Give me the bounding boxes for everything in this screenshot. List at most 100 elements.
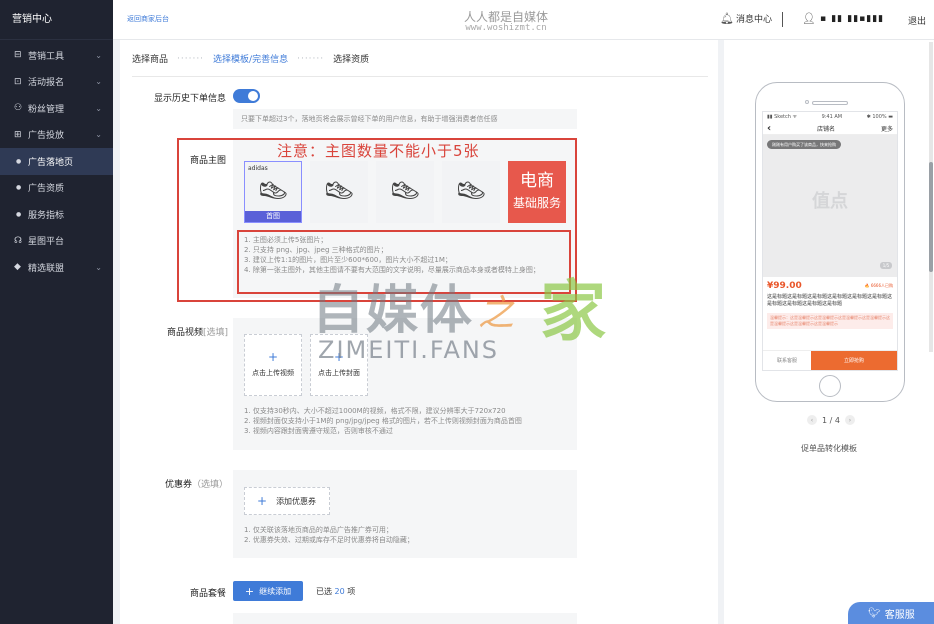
watermark-en-text: ZIMEITI.FANS xyxy=(318,336,500,364)
message-center-button[interactable]: 🔔︎ 消息中心 xyxy=(720,12,772,25)
phone-screen: ▮▮ Sketch ᯤ 9:41 AM ✱ 100% ▬ ‹ 店铺名 更多 刚刚… xyxy=(762,111,898,371)
sidebar-item-4[interactable]: ● 广告落地页 xyxy=(0,148,113,175)
status-left: ▮▮ Sketch ᯤ xyxy=(767,114,798,120)
coupon-rule: 1. 仅关联该落地页商品的单品广告推广券可用； xyxy=(244,526,393,534)
watermark-zhi: 之 xyxy=(478,293,515,334)
plus-icon: + xyxy=(244,584,255,598)
badge-line-2: 基础服务 xyxy=(512,196,561,210)
phone-home-button xyxy=(819,375,841,397)
sidebar-nav: ⊟ 营销工具 ⌄ ⊡ 活动报名 ⌄ ⚇ 粉丝管理 ⌄ ⊞ 广告投放 ⌄ ● 广告落地页 ● 广告资质 ● 服务指标… xyxy=(0,40,113,281)
phone-bottom-bar: 联系客服 立即抢购 xyxy=(763,350,897,370)
logout-link[interactable]: 退出 xyxy=(908,14,926,27)
main-image-thumb-2[interactable]: 👟︎ xyxy=(310,161,368,223)
dot-icon: ● xyxy=(16,210,22,218)
ad-icon: ⊞ xyxy=(14,129,22,140)
history-toggle[interactable] xyxy=(233,89,260,103)
phone-status-bar: ▮▮ Sketch ᯤ 9:41 AM ✱ 100% ▬ xyxy=(763,112,897,122)
user-menu[interactable]: 👤︎ ▪ ▮▮ ▮▮▪▮▮▮ xyxy=(802,12,884,25)
phone-camera xyxy=(805,100,809,104)
sidebar-item-label: 广告落地页 xyxy=(28,157,74,168)
coupon-rule: 2. 优惠券失效、过期或库存不足时优惠券将自动隐藏； xyxy=(244,536,414,544)
sidebar-item-label: 星图平台 xyxy=(28,237,65,248)
back-to-merchant-link[interactable]: 返回商家后台 xyxy=(127,14,169,24)
brand-mark: adidas xyxy=(248,165,268,172)
header-watermark-url: www.woshizmt.cn xyxy=(465,23,547,33)
sidebar-item-5[interactable]: ● 广告资质 xyxy=(0,175,113,202)
product-title: 这是标题这是标题这是标题这是标题这是标题这是标题这是标题这是标题这是标题这是标题 xyxy=(767,294,893,307)
chevron-down-icon: ⌄ xyxy=(95,77,102,87)
plus-icon: + xyxy=(257,494,268,508)
prev-template-button[interactable]: ‹ xyxy=(807,415,817,425)
scrollbar-thumb[interactable] xyxy=(929,162,933,272)
dot-icon: ● xyxy=(16,184,22,192)
package-label: 商品套餐 xyxy=(189,589,226,599)
phone-frame: ▮▮ Sketch ᯤ 9:41 AM ✱ 100% ▬ ‹ 店铺名 更多 刚刚… xyxy=(755,82,905,402)
sidebar-item-label: 粉丝管理 xyxy=(28,104,65,115)
selected-suffix: 项 xyxy=(347,587,356,596)
user-name: ▪ ▮▮ ▮▮▪▮▮▮ xyxy=(819,13,885,24)
chevron-down-icon: ⌄ xyxy=(95,50,102,60)
badge-line-1: 电商 xyxy=(520,171,554,191)
top-header: 返回商家后台 人人都是自媒体 www.woshizmt.cn 🔔︎ 消息中心 👤… xyxy=(113,0,934,40)
coupon-rules: 1. 仅关联该落地页商品的单品广告推广券可用； 2. 优惠券失效、过期或库存不足… xyxy=(244,525,574,545)
buy-now-button: 立即抢购 xyxy=(811,351,897,370)
customer-service-float-button[interactable]: 🐦︎ 客服服 xyxy=(848,602,934,624)
package-box xyxy=(233,613,577,624)
price-row: ¥99.00 🔥 6666人已购 xyxy=(763,277,897,291)
video-rules: 1. 仅支持30秒内、大小不超过1000M的视频，格式不限，建议分辨率大于720… xyxy=(244,406,574,436)
sidebar-item-label: 服务指标 xyxy=(28,210,65,221)
history-label: 显示历史下单信息 xyxy=(153,94,226,104)
header-divider xyxy=(782,12,783,27)
video-label-text: 商品视频 xyxy=(166,328,203,338)
more-link: 更多 xyxy=(880,125,893,133)
add-coupon-button[interactable]: + 添加优惠券 xyxy=(244,487,330,515)
status-time: 9:41 AM xyxy=(821,114,843,120)
sidebar-item-8[interactable]: ◆ 精选联盟 ⌄ xyxy=(0,254,113,281)
message-center-label: 消息中心 xyxy=(735,15,772,25)
toggle-knob xyxy=(248,91,258,101)
video-rule: 3. 视频内容跟封面需遵守规范，否则审核不通过 xyxy=(244,427,393,435)
next-template-button[interactable]: › xyxy=(844,415,855,425)
bell-icon: 🔔︎ xyxy=(720,12,734,25)
main-image-rule: 1. 主图必须上传5张图片； xyxy=(244,236,328,244)
coupon-label: 优惠券（选填） xyxy=(150,477,228,490)
sidebar-item-7[interactable]: ☊ 星图平台 xyxy=(0,228,113,255)
add-coupon-label: 添加优惠券 xyxy=(276,496,317,506)
scrollbar[interactable] xyxy=(929,42,933,352)
purchase-notice-pill: 刚刚有用户购买了该商品，快来抢购 xyxy=(767,140,841,149)
preview-panel: ▮▮ Sketch ᯤ 9:41 AM ✱ 100% ▬ ‹ 店铺名 更多 刚刚… xyxy=(724,40,934,624)
sidebar-item-6[interactable]: ● 服务指标 xyxy=(0,201,113,228)
coupon-optional: （选填） xyxy=(191,480,228,490)
history-note: 只要下单超过3个，落地页将会展示曾经下单的用户信息，有助于增强消费者信任感 xyxy=(241,115,498,123)
main-image-thumb-4[interactable]: 👟︎ xyxy=(442,161,500,223)
dot-icon: ● xyxy=(16,157,22,165)
watermark-jia: 家 xyxy=(540,273,606,350)
main-image-rule: 3. 建议上传1:1的图片，图片至少600*600，图片大小不超过1M； xyxy=(244,256,452,264)
sidebar-item-2[interactable]: ⚇ 粉丝管理 ⌄ xyxy=(0,95,113,122)
coupon-label-text: 优惠券 xyxy=(164,480,192,490)
main-image-thumb-3[interactable]: 👟︎ xyxy=(376,161,434,223)
template-pager: ‹ 1 / 4 › xyxy=(807,415,855,425)
video-rule: 1. 仅支持30秒内、大小不超过1000M的视频，格式不限，建议分辨率大于720… xyxy=(244,407,506,415)
sidebar-item-3[interactable]: ⊞ 广告投放 ⌄ xyxy=(0,122,113,149)
step-indicator: 选择商品 ······· 选择模板/完善信息 ······· 选择资质 xyxy=(132,52,370,66)
selected-count: 已选 20 项 xyxy=(316,586,355,597)
back-icon: ‹ xyxy=(767,122,772,134)
continue-add-button[interactable]: + 继续添加 xyxy=(233,581,303,601)
image-page-tag: 1/5 xyxy=(880,262,892,269)
sold-count: 🔥 6666人已购 xyxy=(864,283,893,288)
cover-tag: 首图 xyxy=(245,211,301,222)
sidebar-item-label: 营销工具 xyxy=(28,51,65,62)
sidebar-item-0[interactable]: ⊟ 营销工具 ⌄ xyxy=(0,42,113,69)
selected-prefix: 已选 xyxy=(316,587,332,596)
sidebar-item-label: 广告投放 xyxy=(28,131,65,142)
sidebar-item-1[interactable]: ⊡ 活动报名 ⌄ xyxy=(0,69,113,96)
shoe-front-icon: 👟︎ xyxy=(322,177,356,207)
video-rule: 2. 视频封面仅支持小于1M的 png/jpg/jpeg 格式的图片，若不上传则… xyxy=(244,417,522,425)
gift-icon: ⊟ xyxy=(14,50,22,61)
upload-video-button[interactable]: + 点击上传视频 xyxy=(244,334,302,396)
step-select-product: 选择商品 xyxy=(132,55,169,65)
step-select-qualification: 选择资质 xyxy=(333,55,370,65)
main-image-thumb-1[interactable]: adidas 👟︎ 首图 xyxy=(244,161,302,223)
main-image-thumb-5[interactable]: 电商 基础服务 xyxy=(508,161,566,223)
